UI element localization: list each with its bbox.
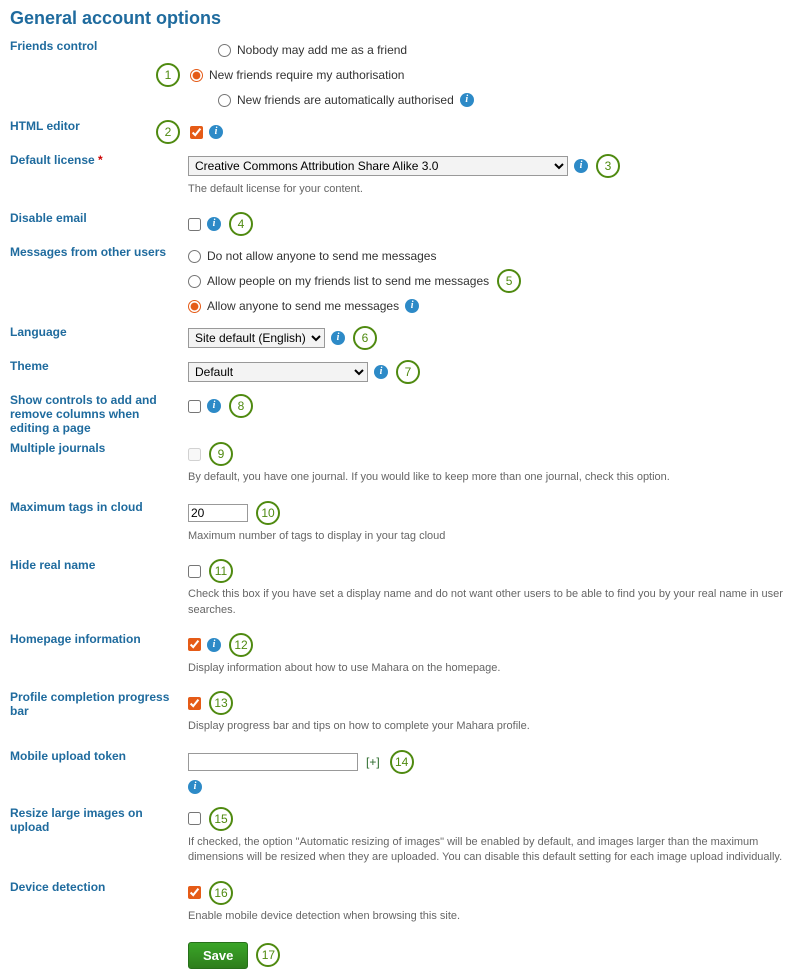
checkbox-html-editor[interactable] [190,126,203,139]
info-icon[interactable]: i [574,159,588,173]
row-show-controls: Show controls to add and remove columns … [10,391,790,435]
marker-16: 16 [209,881,233,905]
checkbox-resize-images[interactable] [188,812,201,825]
marker-13: 13 [209,691,233,715]
checkbox-device-detection[interactable] [188,886,201,899]
row-messages: Messages from other users Do not allow a… [10,243,790,319]
marker-17: 17 [256,943,280,967]
row-homepage-info: Homepage information i 12 Display inform… [10,630,790,684]
save-button[interactable]: Save [188,942,248,969]
label-multiple-journals: Multiple journals [10,439,180,455]
help-profile-completion: Display progress bar and tips on how to … [188,719,790,734]
input-mobile-token[interactable] [188,753,358,771]
marker-1: 1 [156,63,180,87]
label-messages: Messages from other users [10,243,180,259]
radio-messages-friends[interactable] [188,275,201,288]
row-device-detection: Device detection 16 Enable mobile device… [10,878,790,932]
marker-14: 14 [390,750,414,774]
label-theme: Theme [10,357,180,373]
label-mobile-token: Mobile upload token [10,747,180,763]
info-icon[interactable]: i [331,331,345,345]
marker-3: 3 [596,154,620,178]
radio-label-messages-anyone: Allow anyone to send me messages [207,299,399,313]
help-homepage-info: Display information about how to use Mah… [188,661,790,676]
radio-messages-anyone[interactable] [188,300,201,313]
radio-messages-none[interactable] [188,250,201,263]
select-theme[interactable]: Default [188,362,368,382]
info-icon[interactable]: i [405,299,419,313]
marker-8: 8 [229,394,253,418]
help-multiple-journals: By default, you have one journal. If you… [188,470,790,485]
row-resize-images: Resize large images on upload 15 If chec… [10,804,790,874]
help-device-detection: Enable mobile device detection when brow… [188,909,790,924]
row-theme: Theme Default i 7 [10,357,790,387]
help-resize-images: If checked, the option "Automatic resizi… [188,835,790,866]
radio-label-messages-none: Do not allow anyone to send me messages [207,249,436,263]
radio-friends-auto[interactable] [218,94,231,107]
info-icon[interactable]: i [207,399,221,413]
info-icon[interactable]: i [374,365,388,379]
checkbox-profile-completion[interactable] [188,697,201,710]
marker-6: 6 [353,326,377,350]
label-hide-real-name: Hide real name [10,556,180,572]
section-heading: General account options [10,8,790,29]
label-device-detection: Device detection [10,878,180,894]
radio-friends-nobody[interactable] [218,44,231,57]
help-hide-real-name: Check this box if you have set a display… [188,587,790,618]
label-max-tags: Maximum tags in cloud [10,498,180,514]
marker-2: 2 [156,120,180,144]
radio-label-friends-auto: New friends are automatically authorised [237,93,454,107]
checkbox-show-controls[interactable] [188,400,201,413]
checkbox-hide-real-name[interactable] [188,565,201,578]
marker-5: 5 [497,269,521,293]
checkbox-homepage-info[interactable] [188,638,201,651]
required-mark: * [98,153,103,167]
row-disable-email: Disable email i 4 [10,209,790,239]
add-token-button[interactable]: [+] [364,755,382,769]
info-icon[interactable]: i [460,93,474,107]
info-icon[interactable]: i [207,217,221,231]
row-max-tags: Maximum tags in cloud 10 Maximum number … [10,498,790,552]
marker-11: 11 [209,559,233,583]
label-resize-images: Resize large images on upload [10,804,180,834]
row-hide-real-name: Hide real name 11 Check this box if you … [10,556,790,626]
row-friends-control: Friends control Nobody may add me as a f… [10,37,790,113]
select-default-license[interactable]: Creative Commons Attribution Share Alike… [188,156,568,176]
row-mobile-token: Mobile upload token [+] 14 i [10,747,790,800]
row-multiple-journals: Multiple journals 9 By default, you have… [10,439,790,493]
row-language: Language Site default (English) i 6 [10,323,790,353]
radio-label-friends-auth: New friends require my authorisation [209,68,404,82]
row-default-license: Default license * Creative Commons Attri… [10,151,790,205]
row-html-editor: HTML editor 2 i [10,117,790,147]
row-save: Save 17 [188,942,790,969]
label-html-editor: HTML editor [10,117,180,133]
row-profile-completion: Profile completion progress bar 13 Displ… [10,688,790,742]
label-show-controls: Show controls to add and remove columns … [10,391,180,435]
marker-9: 9 [209,442,233,466]
label-language: Language [10,323,180,339]
marker-4: 4 [229,212,253,236]
radio-label-messages-friends: Allow people on my friends list to send … [207,274,489,288]
label-default-license: Default license * [10,151,180,167]
radio-friends-auth[interactable] [190,69,203,82]
input-max-tags[interactable] [188,504,248,522]
label-friends-control: Friends control [10,37,180,53]
label-homepage-info: Homepage information [10,630,180,646]
info-icon[interactable]: i [207,638,221,652]
marker-10: 10 [256,501,280,525]
label-text-default-license: Default license [10,153,95,167]
marker-7: 7 [396,360,420,384]
info-icon[interactable]: i [188,780,202,794]
label-disable-email: Disable email [10,209,180,225]
checkbox-disable-email[interactable] [188,218,201,231]
marker-15: 15 [209,807,233,831]
help-max-tags: Maximum number of tags to display in you… [188,529,790,544]
help-default-license: The default license for your content. [188,182,790,197]
select-language[interactable]: Site default (English) [188,328,325,348]
marker-12: 12 [229,633,253,657]
label-profile-completion: Profile completion progress bar [10,688,180,718]
radio-label-friends-nobody: Nobody may add me as a friend [237,43,407,57]
info-icon[interactable]: i [209,125,223,139]
checkbox-multiple-journals [188,448,201,461]
